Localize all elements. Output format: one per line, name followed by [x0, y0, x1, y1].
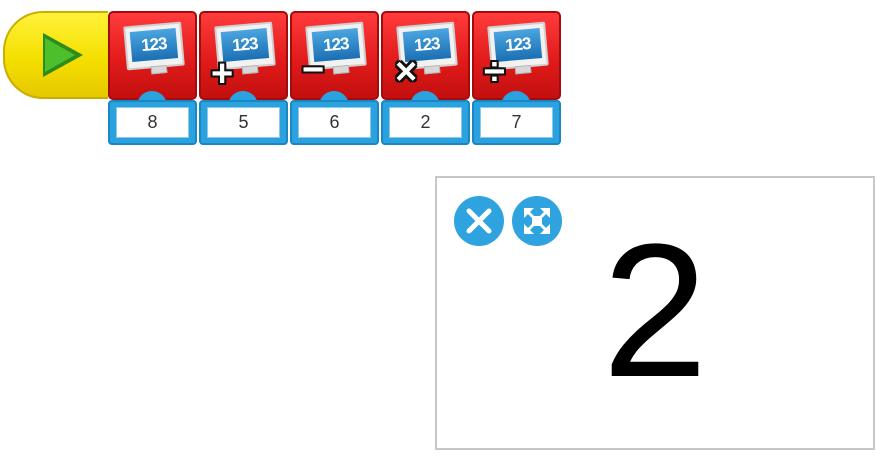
multiply-icon: × [395, 51, 418, 93]
start-block[interactable] [3, 11, 108, 99]
value-field[interactable]: 2 [389, 107, 462, 138]
block-input[interactable]: 5 [199, 100, 288, 145]
value-field[interactable]: 6 [298, 107, 371, 138]
block-input[interactable]: 7 [472, 100, 561, 145]
divide-icon: ÷ [484, 51, 505, 93]
add-to-display-block[interactable]: 123 + 5 [199, 11, 288, 145]
minus-icon: − [302, 49, 325, 91]
display-panel: 2 [435, 176, 875, 450]
subtract-from-display-block[interactable]: 123 − 6 [290, 11, 379, 145]
multiply-display-block[interactable]: 123 × 2 [381, 11, 470, 145]
block-input[interactable]: 6 [290, 100, 379, 145]
plus-icon: + [211, 53, 234, 95]
display-value: 2 [602, 205, 708, 417]
monitor-icon: 123 [123, 21, 185, 75]
divide-display-block[interactable]: 123 ÷ 7 [472, 11, 561, 145]
display-number-block[interactable]: 123 8 [108, 11, 197, 145]
block-input[interactable]: 2 [381, 100, 470, 145]
value-field[interactable]: 8 [116, 107, 189, 138]
value-field[interactable]: 7 [480, 107, 553, 138]
block-input[interactable]: 8 [108, 100, 197, 145]
value-field[interactable]: 5 [207, 107, 280, 138]
